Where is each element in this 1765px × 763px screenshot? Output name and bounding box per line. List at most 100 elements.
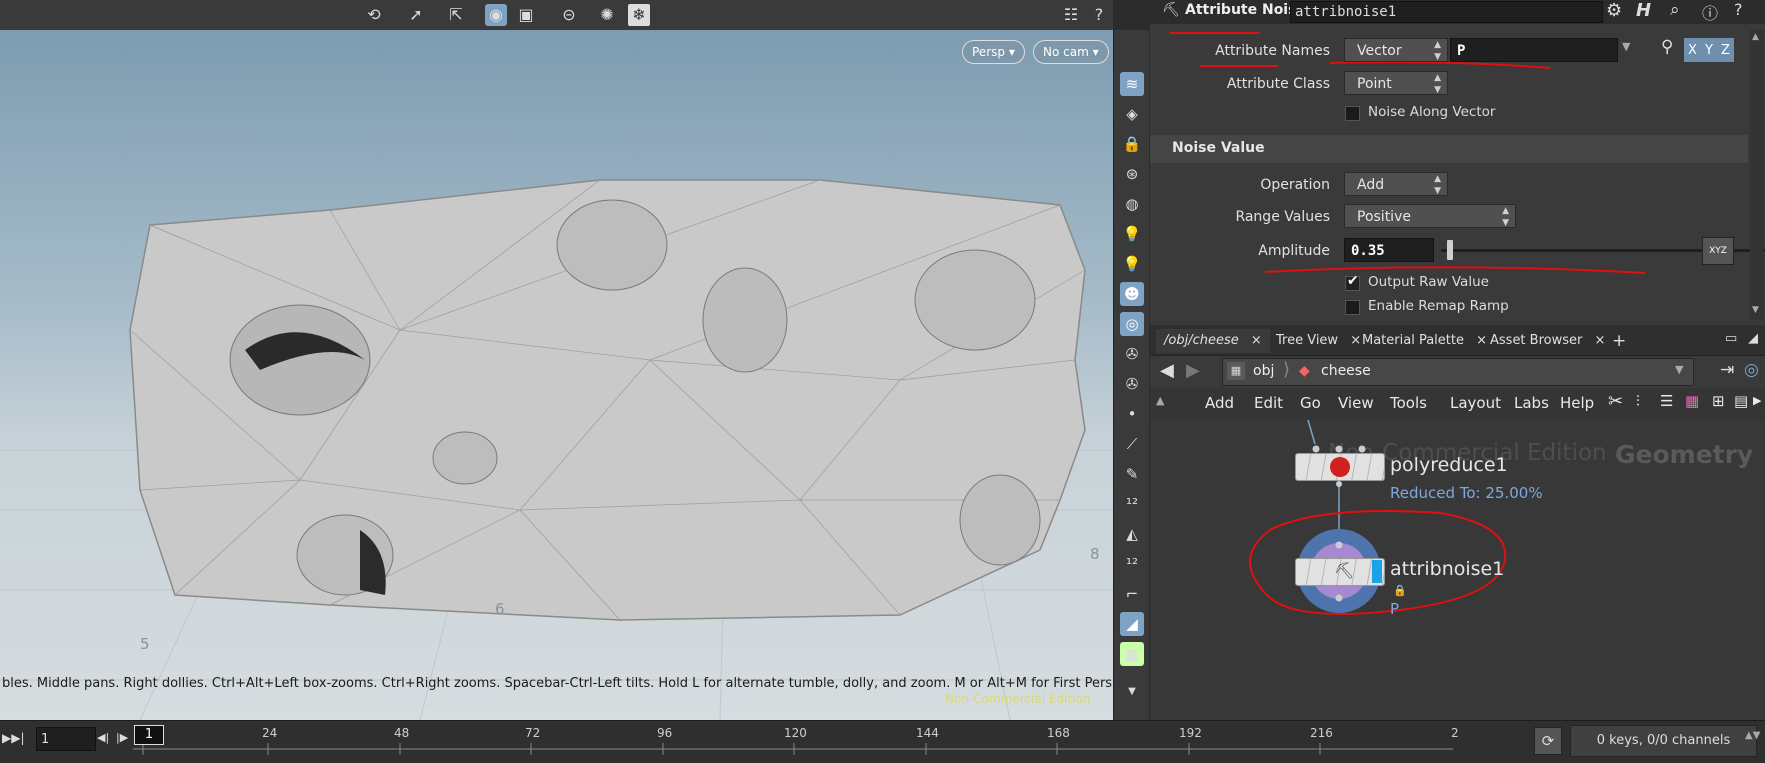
realtime-toggle-icon[interactable]: ⟳ bbox=[1534, 727, 1562, 755]
record-icon[interactable]: ⊝ bbox=[558, 4, 580, 26]
tab-asset-browser[interactable]: Asset Browser × bbox=[1482, 329, 1613, 353]
scroll-up-icon[interactable]: ▲ bbox=[1156, 394, 1164, 407]
tree-icon[interactable]: ⫶ bbox=[1636, 392, 1640, 410]
menu-tools[interactable]: Tools bbox=[1390, 394, 1427, 412]
chevron-down-icon[interactable]: ▼ bbox=[1675, 363, 1683, 376]
chevron-down-icon[interactable]: ▼ bbox=[1622, 40, 1630, 53]
path-cheese[interactable]: cheese bbox=[1321, 363, 1371, 379]
amplitude-input[interactable]: 0.35 bbox=[1344, 238, 1434, 262]
headlight-icon[interactable]: 💡 bbox=[1120, 252, 1144, 276]
attribnoise-node[interactable]: ⛏ bbox=[1295, 558, 1385, 586]
camera-icon[interactable]: ✇ bbox=[1120, 342, 1144, 366]
parameter-scrollbar[interactable]: ▲ ▼ bbox=[1750, 30, 1764, 320]
tab-obj-cheese[interactable]: /obj/cheese × bbox=[1156, 329, 1270, 353]
add-tab-icon[interactable]: + bbox=[1604, 329, 1634, 353]
camera-menu-button[interactable]: No cam ▾ bbox=[1033, 40, 1109, 64]
pane-menu-icon[interactable]: ◢ bbox=[1748, 331, 1758, 346]
list-icon[interactable]: ☰ bbox=[1660, 392, 1673, 410]
path-obj[interactable]: obj bbox=[1253, 363, 1274, 379]
polyreduce-node[interactable] bbox=[1295, 453, 1385, 481]
texture-icon[interactable]: ◎ bbox=[1120, 312, 1144, 336]
network-canvas[interactable]: Non-Commercial Edition Geometry polyredu… bbox=[1150, 420, 1765, 720]
range-values-dropdown[interactable]: Positive ▲ ▼ bbox=[1344, 204, 1516, 228]
wrench-icon[interactable]: ✂ bbox=[1608, 391, 1623, 412]
z-toggle[interactable]: Z bbox=[1721, 43, 1730, 58]
brush-icon[interactable]: ⟋ bbox=[1120, 432, 1144, 456]
prim-numbers-icon[interactable]: ¹² bbox=[1120, 552, 1144, 576]
output-raw-checkbox[interactable]: ✔ bbox=[1345, 273, 1360, 291]
xyz-toggle[interactable]: X Y Z bbox=[1684, 38, 1734, 62]
stepper-icon[interactable]: ▲▼ bbox=[1745, 730, 1760, 741]
point-numbers-icon[interactable]: ¹² bbox=[1120, 492, 1144, 516]
select-arrow-icon[interactable]: ➚ bbox=[405, 4, 427, 26]
y-toggle[interactable]: Y bbox=[1705, 43, 1713, 58]
more-icon[interactable]: ▤ bbox=[1734, 392, 1748, 410]
view-tool-icon[interactable]: ⟲ bbox=[363, 4, 385, 26]
operation-dropdown[interactable]: Add ▲ ▼ bbox=[1344, 172, 1448, 196]
menu-view[interactable]: View bbox=[1338, 394, 1374, 412]
display-flag[interactable] bbox=[1372, 560, 1382, 583]
visibility-icon[interactable]: ⊛ bbox=[1120, 162, 1144, 186]
frame-marker[interactable]: 1 bbox=[134, 725, 164, 745]
ghost-icon[interactable]: ◈ bbox=[1120, 102, 1144, 126]
polyreduce-node-name[interactable]: polyreduce1 bbox=[1390, 454, 1508, 476]
menu-labs[interactable]: Labs bbox=[1514, 394, 1549, 412]
normals-icon[interactable]: ⌐ bbox=[1120, 582, 1144, 606]
menu-layout[interactable]: Layout bbox=[1450, 394, 1501, 412]
menu-help[interactable]: Help bbox=[1560, 394, 1594, 412]
help-icon[interactable]: ? bbox=[1088, 4, 1110, 26]
timeline-ruler[interactable]: 1 24 48 72 96 120 144 168 192 216 2 bbox=[133, 721, 1459, 763]
checker-icon[interactable]: ▦ bbox=[1120, 642, 1144, 666]
dropper-icon[interactable]: ✎ bbox=[1120, 462, 1144, 486]
attribute-type-dropdown[interactable]: Vector ▲ ▼ bbox=[1344, 38, 1448, 62]
xyz-ladder-button[interactable]: XYZ bbox=[1702, 237, 1734, 265]
palette-icon[interactable]: ▦ bbox=[1685, 392, 1699, 410]
persp-menu-button[interactable]: Persp ▾ bbox=[962, 40, 1025, 64]
scroll-down-icon[interactable]: ▼ bbox=[1752, 305, 1759, 315]
attribute-class-dropdown[interactable]: Point ▲ ▼ bbox=[1344, 71, 1448, 95]
camera-lock-icon[interactable]: ✇ bbox=[1120, 372, 1144, 396]
scroll-down-icon[interactable]: ▼ bbox=[1120, 680, 1144, 704]
step-forward-icon[interactable]: |▶ bbox=[116, 731, 128, 744]
overflow-arrow-icon[interactable]: ▶ bbox=[1753, 394, 1761, 407]
camera-view-icon[interactable]: ◉ bbox=[485, 4, 507, 26]
pin-icon[interactable]: ⇥ bbox=[1720, 360, 1734, 380]
scene-viewport[interactable]: ⟲ ➚ ⇱ ◉ ▣ ⊝ ✺ ❄ ? ☷ 5 6 8 Persp ▾ No cam… bbox=[0, 0, 1113, 720]
back-arrow-icon[interactable]: ◀ bbox=[1160, 360, 1174, 381]
tab-material-palette[interactable]: Material Palette × bbox=[1354, 329, 1495, 353]
grid-icon[interactable]: ⊞ bbox=[1712, 392, 1725, 410]
play-forward-icon[interactable]: ▶▶| bbox=[2, 731, 25, 745]
path-breadcrumb[interactable]: ▦ obj ⟩ ◆ cheese ▼ bbox=[1222, 358, 1694, 386]
attribute-names-input[interactable]: P bbox=[1450, 38, 1618, 62]
lock-icon[interactable]: 🔒 bbox=[1120, 132, 1144, 156]
x-toggle[interactable]: X bbox=[1688, 43, 1697, 58]
enable-remap-checkbox[interactable] bbox=[1345, 300, 1360, 315]
link-icon[interactable]: ◎ bbox=[1744, 360, 1759, 380]
flipbook-icon[interactable]: ❄ bbox=[628, 4, 650, 26]
paint-icon[interactable]: ◭ bbox=[1120, 522, 1144, 546]
layout-menu-icon[interactable]: ☷ bbox=[1060, 4, 1082, 26]
forward-arrow-icon[interactable]: ▶ bbox=[1186, 360, 1200, 381]
step-back-icon[interactable]: ◀| bbox=[97, 731, 109, 744]
menu-edit[interactable]: Edit bbox=[1254, 394, 1283, 412]
menu-add[interactable]: Add bbox=[1205, 394, 1234, 412]
maximize-icon[interactable]: ▭ bbox=[1725, 331, 1737, 346]
noise-value-section-header[interactable]: Noise Value bbox=[1150, 135, 1748, 163]
current-frame-input[interactable] bbox=[36, 727, 96, 751]
transform-icon[interactable]: ⇱ bbox=[445, 4, 467, 26]
render-icon[interactable]: ✺ bbox=[596, 4, 618, 26]
light-icon[interactable]: 💡 bbox=[1120, 222, 1144, 246]
wireframe-icon[interactable]: ◢ bbox=[1120, 612, 1144, 636]
menu-go[interactable]: Go bbox=[1300, 394, 1321, 412]
amplitude-slider-handle[interactable] bbox=[1447, 240, 1453, 260]
close-icon[interactable]: × bbox=[1251, 333, 1262, 348]
user-icon[interactable]: ☻ bbox=[1120, 282, 1144, 306]
snapshot-icon[interactable]: ▣ bbox=[515, 4, 537, 26]
display-options-icon[interactable]: ≋ bbox=[1120, 72, 1144, 96]
scroll-up-icon[interactable]: ▲ bbox=[1752, 32, 1759, 42]
noise-along-vector-checkbox[interactable] bbox=[1345, 106, 1360, 121]
attribnoise-node-name[interactable]: attribnoise1 bbox=[1390, 558, 1504, 580]
viewport-scene[interactable]: 5 6 8 Persp ▾ No cam ▾ bles. Middle pans… bbox=[0, 30, 1113, 720]
pin-icon[interactable]: ⚲ bbox=[1661, 37, 1673, 57]
point-icon[interactable]: • bbox=[1120, 402, 1144, 426]
